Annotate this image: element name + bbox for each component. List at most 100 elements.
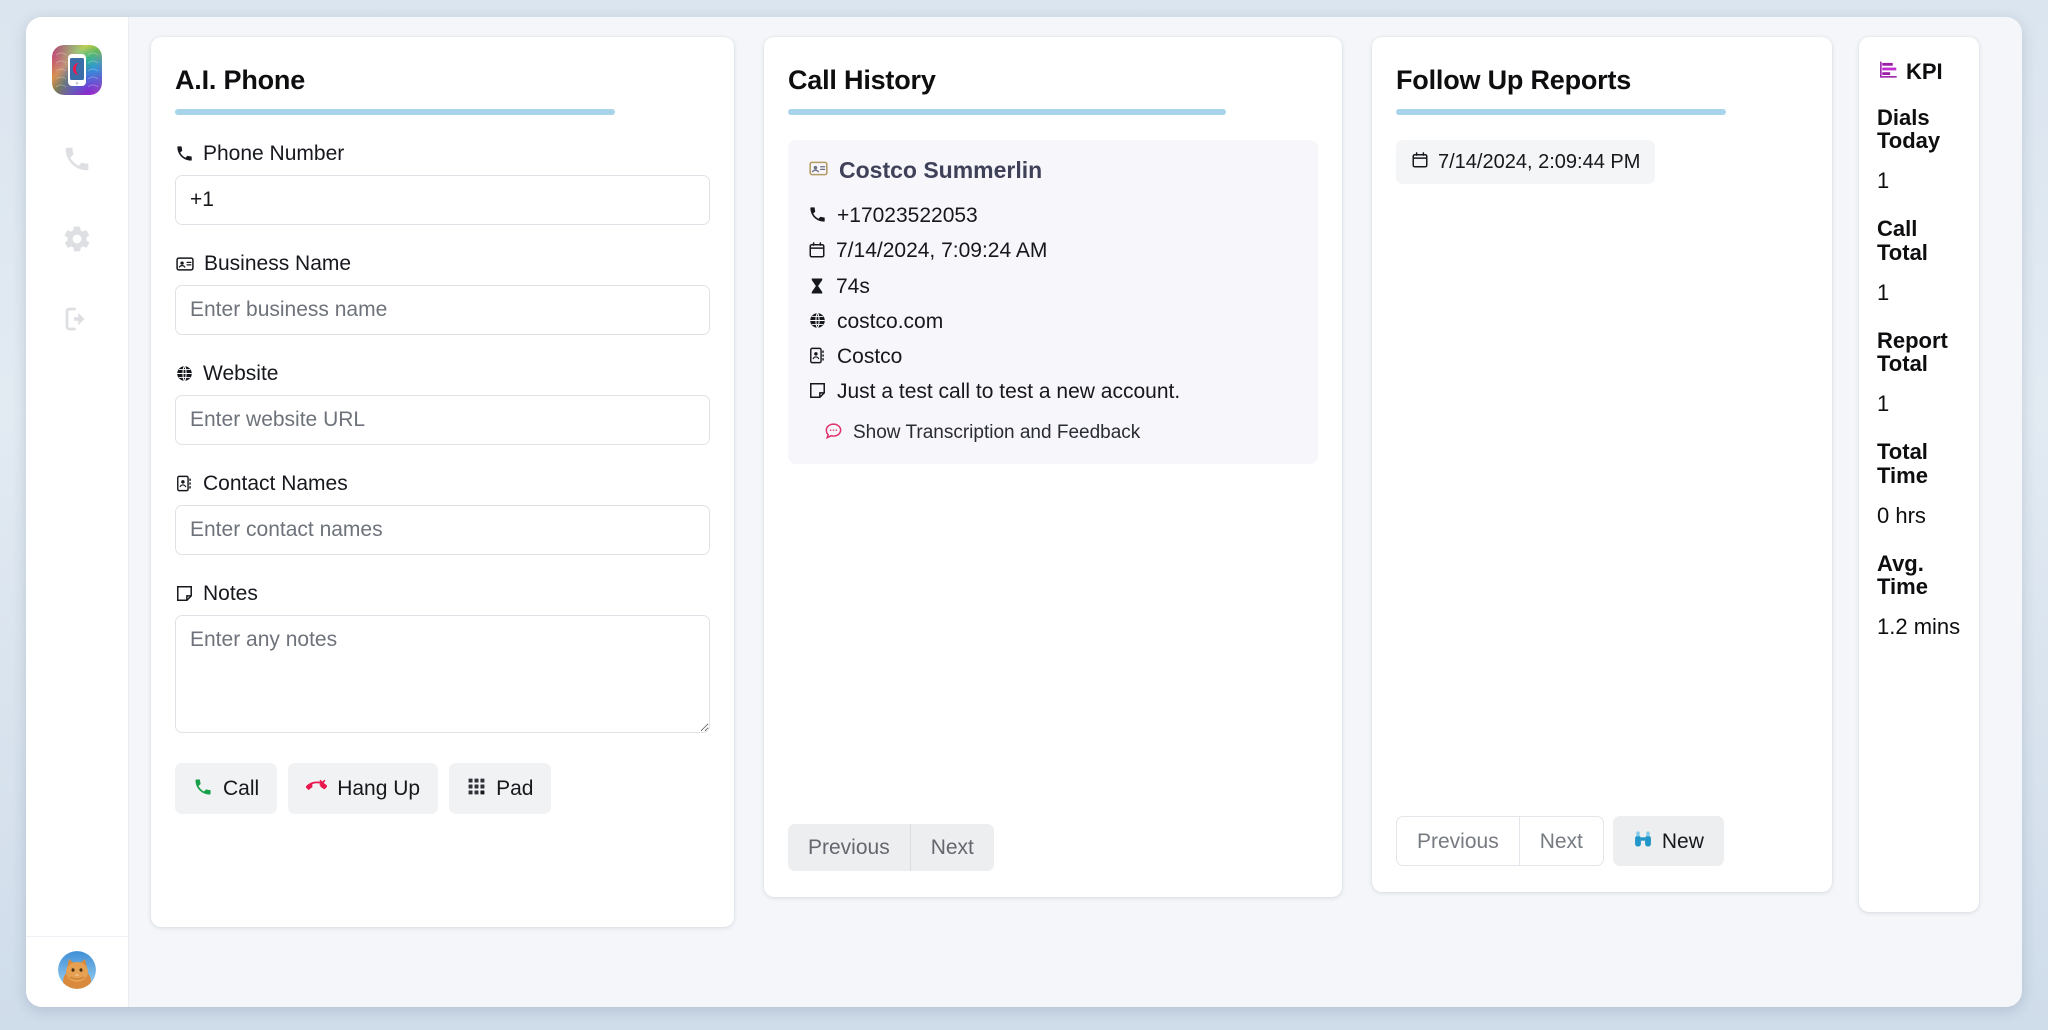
field-contact-names: Contact Names xyxy=(175,473,710,555)
ai-phone-app-logo[interactable] xyxy=(52,45,102,95)
contact-names-input[interactable] xyxy=(175,505,710,555)
left-sidebar xyxy=(26,17,129,1007)
call-button[interactable]: Call xyxy=(175,763,277,814)
field-website: Website xyxy=(175,363,710,445)
call-entry-website: costco.com xyxy=(837,309,943,335)
call-entry-timestamp: 7/14/2024, 7:09:24 AM xyxy=(836,238,1047,264)
follow-up-reports-title: Follow Up Reports xyxy=(1396,67,1808,94)
kpi-label-dials-today: Dials Today xyxy=(1877,106,1965,152)
call-entry-duration-row: 74s xyxy=(808,274,1298,302)
call-history-next-button[interactable]: Next xyxy=(911,824,994,871)
follow-up-reports-panel: Follow Up Reports 7/14/2024, 2:09:44 PM xyxy=(1372,37,1832,892)
follow-up-reports-pager-area: Previous Next xyxy=(1396,800,1808,866)
chat-bubble-icon xyxy=(824,421,843,444)
website-input[interactable] xyxy=(175,395,710,445)
follow-up-previous-button[interactable]: Previous xyxy=(1396,816,1519,866)
notes-label-row: Notes xyxy=(175,583,710,604)
show-transcription-link[interactable]: Show Transcription and Feedback xyxy=(824,421,1298,444)
hang-up-button[interactable]: Hang Up xyxy=(288,763,438,814)
kpi-value-call-total: 1 xyxy=(1877,280,1965,305)
kpi-value-total-time: 0 hrs xyxy=(1877,503,1965,528)
field-phone-number: Phone Number xyxy=(175,143,710,225)
field-notes: Notes xyxy=(175,583,710,738)
hourglass-icon xyxy=(808,276,826,302)
call-entry-phone-row: +17023522053 xyxy=(808,203,1298,231)
follow-up-new-button[interactable]: New xyxy=(1613,816,1724,866)
call-history-pager: Previous Next xyxy=(788,824,1318,871)
logout-icon xyxy=(62,304,92,334)
call-history-previous-button[interactable]: Previous xyxy=(788,824,910,871)
call-history-title: Call History xyxy=(788,67,1318,94)
call-entry-duration: 74s xyxy=(836,274,870,300)
title-underline xyxy=(1396,109,1726,115)
call-entry-contact-row: Costco xyxy=(808,344,1298,372)
call-entry-notes: Just a test call to test a new account. xyxy=(837,379,1180,405)
call-entry-business-name: Costco Summerlin xyxy=(839,159,1042,182)
title-underline xyxy=(175,109,615,115)
call-history-panel: Call History Costco Summerlin xyxy=(764,37,1342,897)
follow-up-report-item[interactable]: 7/14/2024, 2:09:44 PM xyxy=(1396,140,1655,184)
contact-names-label-row: Contact Names xyxy=(175,473,710,494)
contact-card-icon xyxy=(175,254,195,274)
bar-chart-icon xyxy=(1877,59,1898,84)
phone-icon xyxy=(62,144,92,174)
binoculars-icon xyxy=(1633,829,1653,853)
phone-hangup-icon xyxy=(306,776,327,801)
globe-icon xyxy=(175,364,194,383)
follow-up-next-button[interactable]: Next xyxy=(1519,816,1604,866)
user-avatar[interactable] xyxy=(58,951,96,989)
note-icon xyxy=(808,381,827,407)
call-entry-notes-row: Just a test call to test a new account. xyxy=(808,379,1298,407)
kpi-label-total-time: Total Time xyxy=(1877,440,1965,486)
note-icon xyxy=(175,584,194,603)
kpi-label-report-total: Report Total xyxy=(1877,329,1965,375)
call-entry-header: Costco Summerlin xyxy=(808,158,1298,183)
phone-icon xyxy=(808,205,827,231)
globe-icon xyxy=(808,311,827,337)
kpi-value-report-total: 1 xyxy=(1877,391,1965,416)
notes-textarea[interactable] xyxy=(175,615,710,733)
phone-number-label: Phone Number xyxy=(203,143,344,164)
title-underline xyxy=(788,109,1226,115)
notes-label: Notes xyxy=(203,583,258,604)
follow-up-report-timestamp: 7/14/2024, 2:09:44 PM xyxy=(1438,152,1640,172)
keypad-icon xyxy=(467,777,486,800)
sidebar-item-phone[interactable] xyxy=(49,131,105,187)
app-window: A.I. Phone Phone Number xyxy=(26,17,2022,1007)
address-book-icon xyxy=(175,474,194,493)
call-entry-contact: Costco xyxy=(837,344,902,370)
business-name-label: Business Name xyxy=(204,253,351,274)
kpi-label-avg-time: Avg. Time xyxy=(1877,552,1965,598)
business-name-input[interactable] xyxy=(175,285,710,335)
sidebar-item-logout[interactable] xyxy=(49,291,105,347)
avatar-container xyxy=(26,936,128,1007)
phone-green-icon xyxy=(193,777,213,801)
ai-phone-panel: A.I. Phone Phone Number xyxy=(151,37,734,927)
kpi-title: KPI xyxy=(1906,61,1943,83)
hang-up-button-label: Hang Up xyxy=(337,778,420,799)
sidebar-item-settings[interactable] xyxy=(49,211,105,267)
call-entry-phone: +17023522053 xyxy=(837,203,978,229)
kpi-value-avg-time: 1.2 mins xyxy=(1877,614,1965,639)
pad-button[interactable]: Pad xyxy=(449,763,551,814)
kpi-header: KPI xyxy=(1877,59,1965,84)
main-content: A.I. Phone Phone Number xyxy=(129,17,2022,1007)
call-actions: Call Hang Up xyxy=(175,763,710,814)
website-label-row: Website xyxy=(175,363,710,384)
calendar-icon xyxy=(808,240,826,266)
call-history-pager-area: Previous Next xyxy=(788,808,1318,871)
business-name-label-row: Business Name xyxy=(175,253,710,274)
website-label: Website xyxy=(203,363,278,384)
app-root: A.I. Phone Phone Number xyxy=(0,0,2048,1030)
call-history-entry[interactable]: Costco Summerlin +17023522053 xyxy=(788,140,1318,464)
call-entry-timestamp-row: 7/14/2024, 7:09:24 AM xyxy=(808,238,1298,266)
calendar-icon xyxy=(1411,151,1429,173)
contact-card-icon xyxy=(808,158,829,183)
call-button-label: Call xyxy=(223,778,259,799)
address-book-icon xyxy=(808,346,827,372)
gear-icon xyxy=(62,224,92,254)
phone-number-input[interactable] xyxy=(175,175,710,225)
follow-up-new-label: New xyxy=(1662,831,1704,852)
kpi-panel: KPI Dials Today 1 Call Total 1 Report To… xyxy=(1859,37,1979,912)
follow-up-reports-pager: Previous Next xyxy=(1396,816,1808,866)
